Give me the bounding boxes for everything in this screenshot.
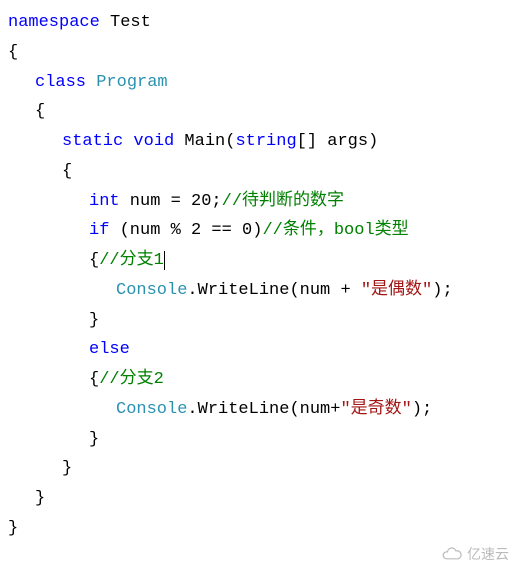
code-line: Console.WriteLine(num + "是偶数"); bbox=[8, 276, 513, 306]
code-line: { bbox=[8, 157, 513, 187]
code-line: if (num % 2 == 0)//条件，bool类型 bbox=[8, 216, 513, 246]
code-line: { bbox=[8, 38, 513, 68]
keyword: namespace bbox=[8, 13, 100, 32]
code-line: } bbox=[8, 514, 513, 544]
keyword: class bbox=[35, 73, 86, 92]
keyword: static bbox=[62, 132, 123, 151]
watermark: 亿速云 bbox=[441, 542, 509, 567]
code-text: (num % 2 == 0) bbox=[109, 221, 262, 240]
code-text: ); bbox=[412, 400, 432, 419]
type-name: Console bbox=[116, 400, 187, 419]
code-text: num = 20; bbox=[120, 192, 222, 211]
comment: //待判断的数字 bbox=[222, 192, 344, 211]
text-cursor bbox=[164, 251, 165, 270]
keyword: string bbox=[235, 132, 296, 151]
code-block: namespace Test { class Program { static … bbox=[8, 8, 513, 544]
keyword: void bbox=[123, 132, 174, 151]
string-literal: "是偶数" bbox=[361, 281, 432, 300]
code-text: [] args) bbox=[297, 132, 379, 151]
code-line: } bbox=[8, 425, 513, 455]
keyword: else bbox=[89, 340, 130, 359]
code-text: ); bbox=[432, 281, 452, 300]
keyword: int bbox=[89, 192, 120, 211]
cloud-icon bbox=[441, 547, 463, 561]
code-line: {//分支2 bbox=[8, 365, 513, 395]
comment: //分支2 bbox=[99, 370, 164, 389]
code-text: .WriteLine(num + bbox=[187, 281, 360, 300]
code-line: } bbox=[8, 454, 513, 484]
brace: { bbox=[89, 370, 99, 389]
identifier: Test bbox=[100, 13, 151, 32]
code-line: } bbox=[8, 484, 513, 514]
code-line: static void Main(string[] args) bbox=[8, 127, 513, 157]
code-line: Console.WriteLine(num+"是奇数"); bbox=[8, 395, 513, 425]
code-line: namespace Test bbox=[8, 8, 513, 38]
brace: { bbox=[89, 251, 99, 270]
type-name: Console bbox=[116, 281, 187, 300]
code-line: int num = 20;//待判断的数字 bbox=[8, 187, 513, 217]
code-line: { bbox=[8, 97, 513, 127]
code-line: class Program bbox=[8, 68, 513, 98]
keyword: if bbox=[89, 221, 109, 240]
code-line: } bbox=[8, 306, 513, 336]
type-name: Program bbox=[86, 73, 168, 92]
code-line: else bbox=[8, 335, 513, 365]
code-line: {//分支1 bbox=[8, 246, 513, 276]
comment: //分支1 bbox=[99, 251, 164, 270]
watermark-text: 亿速云 bbox=[467, 542, 509, 567]
identifier: Main( bbox=[174, 132, 235, 151]
comment: //条件，bool类型 bbox=[262, 221, 408, 240]
string-literal: "是奇数" bbox=[340, 400, 411, 419]
code-text: .WriteLine(num+ bbox=[187, 400, 340, 419]
